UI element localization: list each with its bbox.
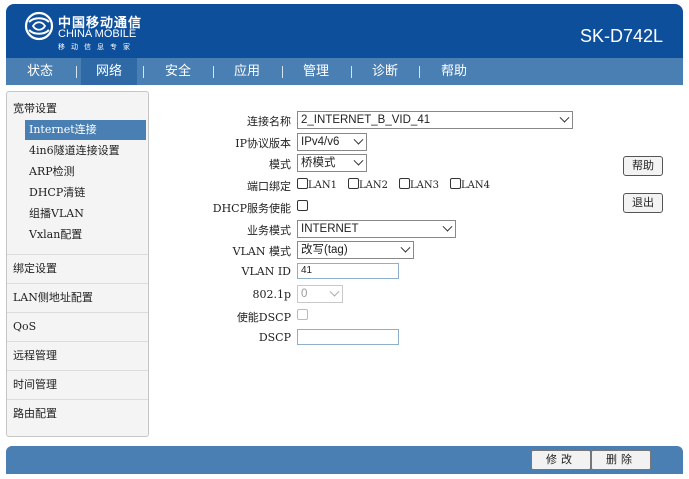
nav-separator xyxy=(213,66,214,78)
enable-dscp-checkbox[interactable] xyxy=(297,309,308,320)
menu-section-lan-address[interactable]: LAN侧地址配置 xyxy=(7,283,148,311)
menu-section-remote-management[interactable]: 远程管理 xyxy=(7,341,148,369)
ip-version-select[interactable]: IPv4/v6 xyxy=(297,133,367,151)
menu-section-time-management[interactable]: 时间管理 xyxy=(7,370,148,398)
ip-version-value: IPv4/v6 xyxy=(301,136,340,148)
port-binding-label: 端口绑定 xyxy=(247,180,291,193)
menu-section-routing[interactable]: 路由配置 xyxy=(7,399,148,427)
help-button[interactable]: 帮助 xyxy=(623,156,663,176)
dhcp-enable-label: DHCP服务使能 xyxy=(212,202,291,215)
nav-separator xyxy=(419,66,420,78)
menu-item-multicast-vlan[interactable]: 组播VLAN xyxy=(25,204,146,224)
nav-status[interactable]: 状态 xyxy=(12,58,68,85)
nav-separator xyxy=(282,66,283,78)
connection-name-select[interactable]: 2_INTERNET_B_VID_41 xyxy=(297,111,573,129)
chevron-down-icon xyxy=(329,286,340,297)
nav-network[interactable]: 网络 xyxy=(81,58,137,85)
mode-label: 模式 xyxy=(269,158,291,171)
vlan-mode-label: VLAN 模式 xyxy=(232,245,291,258)
menu-item-vxlan[interactable]: Vxlan配置 xyxy=(25,225,146,245)
vlan-id-label: VLAN ID xyxy=(241,265,291,278)
device-model: SK-D742L xyxy=(579,26,663,46)
footer-bar: 修改 删除 xyxy=(6,446,683,474)
vlan-mode-value: 改写(tag) xyxy=(301,244,348,256)
dot1p-select[interactable]: 0 xyxy=(297,285,343,303)
menu-section-qos[interactable]: QoS xyxy=(7,312,148,340)
port-lan2-checkbox[interactable] xyxy=(348,178,359,189)
chevron-down-icon xyxy=(353,134,364,145)
chevron-down-icon xyxy=(559,112,570,123)
port-lan2-label: LAN2 xyxy=(359,180,388,191)
dscp-label: DSCP xyxy=(258,331,291,344)
modify-button[interactable]: 修改 xyxy=(531,450,591,470)
connection-name-value: 2_INTERNET_B_VID_41 xyxy=(301,114,431,126)
vlan-id-input[interactable]: 41 xyxy=(297,263,399,279)
dhcp-enable-checkbox[interactable] xyxy=(297,200,308,211)
port-lan4-label: LAN4 xyxy=(461,180,490,191)
menu-item-internet-connection[interactable]: Internet连接 xyxy=(25,120,146,140)
main-nav: 状态 网络 安全 应用 管理 诊断 帮助 xyxy=(6,58,683,85)
logo-slogan: 移动信息专家 xyxy=(58,43,136,51)
service-mode-select[interactable]: INTERNET xyxy=(297,220,456,238)
dot1p-value: 0 xyxy=(301,288,308,300)
mode-value: 桥模式 xyxy=(301,157,336,169)
logo-english-name: CHINA MOBILE xyxy=(58,28,137,40)
ip-version-label: IP协议版本 xyxy=(235,137,291,150)
menu-item-4in6-tunnel[interactable]: 4in6隧道连接设置 xyxy=(25,141,146,161)
service-mode-value: INTERNET xyxy=(301,223,359,235)
china-mobile-emblem-icon xyxy=(24,11,54,41)
nav-separator xyxy=(143,66,144,78)
nav-help[interactable]: 帮助 xyxy=(426,58,482,85)
chevron-down-icon xyxy=(400,242,411,253)
menu-item-arp-detection[interactable]: ARP检测 xyxy=(25,162,146,182)
nav-diagnostics[interactable]: 诊断 xyxy=(357,58,413,85)
port-lan4-checkbox[interactable] xyxy=(450,178,461,189)
port-lan1-label: LAN1 xyxy=(308,180,337,191)
port-lan3-checkbox[interactable] xyxy=(399,178,410,189)
service-mode-label: 业务模式 xyxy=(247,224,291,237)
menu-item-dhcp[interactable]: DHCP清链 xyxy=(25,183,146,203)
dscp-input[interactable] xyxy=(297,329,399,345)
nav-separator xyxy=(76,66,77,78)
header-bar: 中国移动通信 CHINA MOBILE 移动信息专家 SK-D742L xyxy=(6,4,683,58)
menu-section-binding[interactable]: 绑定设置 xyxy=(7,254,148,282)
chevron-down-icon xyxy=(442,221,453,232)
logout-button[interactable]: 退出 xyxy=(623,193,663,213)
nav-security[interactable]: 安全 xyxy=(150,58,206,85)
nav-separator xyxy=(351,66,352,78)
vlan-mode-select[interactable]: 改写(tag) xyxy=(297,241,414,259)
chevron-down-icon xyxy=(353,155,364,166)
dot1p-label: 802.1p xyxy=(252,288,291,301)
menu-section-broadband[interactable]: 宽带设置 xyxy=(7,100,57,116)
port-lan3-label: LAN3 xyxy=(410,180,439,191)
connection-name-label: 连接名称 xyxy=(247,115,291,128)
nav-management[interactable]: 管理 xyxy=(288,58,344,85)
port-lan1-checkbox[interactable] xyxy=(297,178,308,189)
left-menu: 宽带设置 Internet连接 4in6隧道连接设置 ARP检测 DHCP清链 … xyxy=(6,91,149,437)
enable-dscp-label: 使能DSCP xyxy=(236,311,291,324)
nav-application[interactable]: 应用 xyxy=(219,58,275,85)
mode-select[interactable]: 桥模式 xyxy=(297,154,367,172)
delete-button[interactable]: 删除 xyxy=(591,450,651,470)
china-mobile-logo: 中国移动通信 CHINA MOBILE 移动信息专家 xyxy=(24,9,154,55)
